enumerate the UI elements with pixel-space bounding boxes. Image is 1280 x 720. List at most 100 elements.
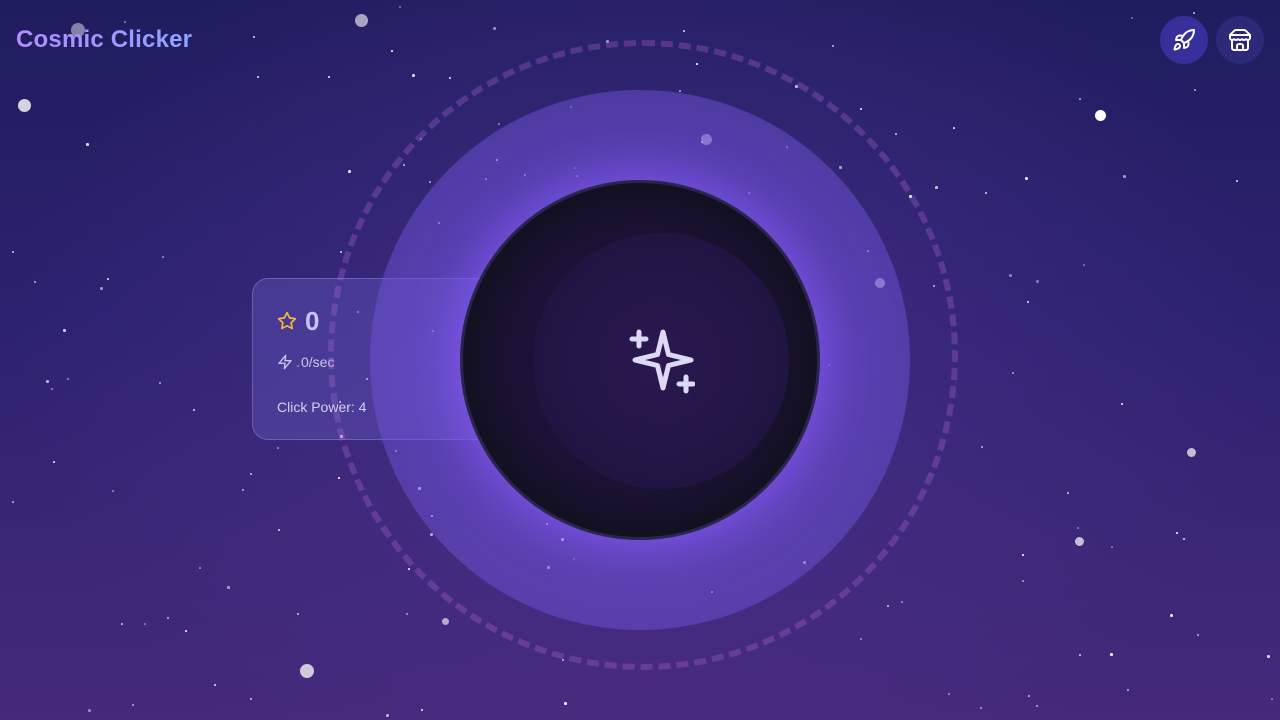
- star-particle: [1094, 109, 1106, 121]
- star-particle: [1193, 12, 1195, 14]
- rocket-button[interactable]: [1160, 16, 1208, 64]
- rocket-icon: [1173, 28, 1195, 51]
- star-particle: [1012, 372, 1014, 374]
- star-particle: [1183, 538, 1185, 540]
- star-particle: [250, 473, 252, 475]
- app-title: Cosmic Clicker: [16, 26, 193, 53]
- star-particle: [1186, 447, 1196, 457]
- star-particle: [250, 698, 252, 700]
- rate-display: 0/sec: [277, 354, 334, 370]
- star-particle: [1027, 301, 1029, 303]
- star-particle: [901, 601, 903, 603]
- star-particle: [328, 76, 330, 78]
- star-particle: [278, 529, 280, 531]
- star-particle: [1121, 403, 1123, 405]
- star-particle: [408, 568, 410, 570]
- star-particle: [1176, 532, 1178, 534]
- cosmic-click-orb[interactable]: [460, 180, 820, 540]
- star-particle: [297, 613, 299, 615]
- star-particle: [1036, 280, 1039, 283]
- star-particle: [421, 709, 423, 711]
- star-particle: [1083, 264, 1085, 266]
- star-particle: [1079, 654, 1081, 656]
- star-particle: [386, 714, 389, 717]
- star-particle: [193, 409, 195, 411]
- star-particle: [46, 380, 49, 383]
- star-particle: [86, 143, 89, 146]
- star-particle: [1170, 614, 1173, 617]
- sparkles-icon: [629, 329, 695, 394]
- store-icon: [1229, 28, 1251, 51]
- star-particle: [887, 605, 889, 607]
- star-particle: [121, 623, 123, 625]
- star-particle: [1123, 175, 1126, 178]
- star-particle: [1028, 695, 1030, 697]
- star-particle: [985, 192, 987, 194]
- star-particle: [51, 388, 53, 390]
- star-particle: [1194, 89, 1196, 91]
- star-particle: [159, 382, 161, 384]
- star-particle: [12, 501, 14, 503]
- star-particle: [683, 30, 685, 32]
- star-particle: [112, 490, 114, 492]
- star-particle: [257, 76, 259, 78]
- star-particle: [300, 664, 314, 678]
- star-particle: [1022, 554, 1024, 556]
- star-particle: [981, 446, 983, 448]
- star-particle: [227, 586, 230, 589]
- star-particle: [980, 707, 982, 709]
- star-particle: [412, 74, 415, 77]
- star-particle: [895, 133, 897, 135]
- star-particle: [340, 251, 342, 253]
- star-particle: [53, 461, 55, 463]
- star-particle: [1131, 17, 1133, 19]
- star-particle: [242, 489, 244, 491]
- star-particle: [214, 684, 216, 686]
- star-particle: [564, 702, 567, 705]
- star-particle: [17, 98, 31, 112]
- star-particle: [399, 6, 401, 8]
- star-particle: [162, 256, 164, 258]
- star-particle: [1079, 98, 1081, 100]
- star-particle: [449, 77, 451, 79]
- star-particle: [1067, 492, 1069, 494]
- star-particle: [354, 13, 368, 27]
- star-particle: [1009, 274, 1012, 277]
- star-particle: [167, 617, 169, 619]
- star-particle: [1127, 689, 1129, 691]
- star-particle: [1236, 180, 1238, 182]
- star-particle: [348, 170, 351, 173]
- star-particle: [860, 638, 862, 640]
- star-particle: [441, 617, 449, 625]
- star-particle: [67, 378, 69, 380]
- star-particle: [63, 329, 66, 332]
- star-particle: [34, 281, 36, 283]
- star-particle: [953, 127, 955, 129]
- star-particle: [107, 278, 109, 280]
- star-particle: [391, 50, 393, 52]
- star-particle: [948, 693, 950, 695]
- star-particle: [832, 45, 834, 47]
- star-particle: [1271, 698, 1273, 700]
- star-particle: [1074, 536, 1084, 546]
- star-particle: [277, 447, 279, 449]
- star-particle: [88, 709, 91, 712]
- star-particle: [1022, 580, 1024, 582]
- star-particle: [100, 287, 103, 290]
- star-particle: [185, 630, 187, 632]
- star-particle: [935, 186, 938, 189]
- star-particle: [144, 623, 146, 625]
- star-particle: [124, 21, 126, 23]
- lightning-icon: [278, 354, 292, 370]
- score-display: 0: [277, 307, 319, 335]
- star-particle: [860, 108, 862, 110]
- star-particle: [493, 27, 496, 30]
- star-particle: [132, 704, 134, 706]
- star-particle: [1110, 653, 1113, 656]
- star-icon: [277, 311, 297, 330]
- shop-button[interactable]: [1216, 16, 1264, 64]
- star-particle: [253, 36, 255, 38]
- star-particle: [1077, 527, 1079, 529]
- score-value: 0: [305, 306, 320, 336]
- star-particle: [1036, 705, 1038, 707]
